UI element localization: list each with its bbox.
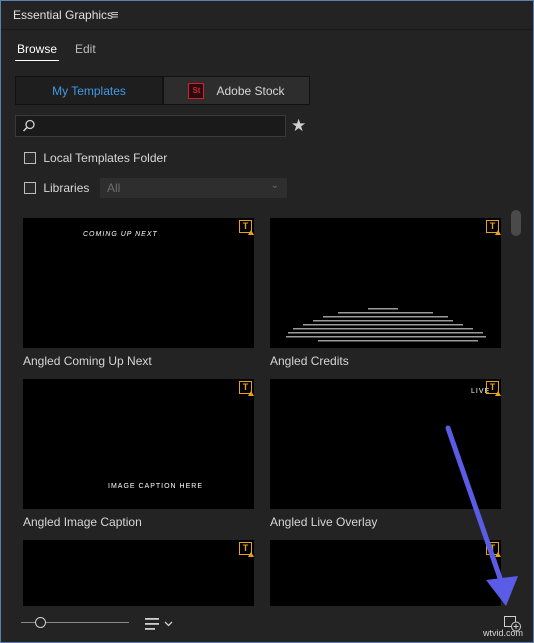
search-input[interactable]	[40, 118, 284, 136]
thumbnail-preview-text: COMING UP NEXT	[83, 231, 158, 238]
adobe-stock-button[interactable]: St Adobe Stock	[163, 76, 310, 105]
search-icon	[22, 119, 35, 132]
template-label: Angled Credits	[270, 354, 349, 368]
panel-header: Essential Graphics ≡	[1, 1, 533, 30]
template-thumbnail[interactable]: T	[23, 540, 254, 606]
watermark: wtvid.com	[483, 628, 524, 638]
template-card[interactable]: T Angled Credits	[270, 218, 501, 368]
local-templates-checkbox[interactable]	[24, 151, 36, 164]
tab-browse[interactable]: Browse	[17, 42, 57, 56]
template-card[interactable]: IMAGE CAPTION HERE T Angled Image Captio…	[23, 379, 254, 529]
text-template-badge-icon: T	[239, 542, 254, 557]
text-template-badge-icon: T	[239, 220, 254, 235]
template-thumbnail[interactable]: COMING UP NEXT T	[23, 218, 254, 348]
template-thumbnail[interactable]: IMAGE CAPTION HERE T	[23, 379, 254, 509]
text-template-badge-icon: T	[486, 220, 501, 235]
thumbnail-preview-text: IMAGE CAPTION HERE	[108, 483, 204, 490]
template-label: Angled Coming Up Next	[23, 354, 152, 368]
star-icon[interactable]: ★	[291, 116, 306, 136]
tab-edit[interactable]: Edit	[75, 42, 96, 56]
scrollbar-thumb[interactable]	[511, 210, 521, 236]
adobe-stock-label: Adobe Stock	[216, 83, 285, 98]
template-card[interactable]: LIVE T Angled Live Overlay	[270, 379, 501, 529]
template-thumbnail[interactable]: LIVE T	[270, 379, 501, 509]
text-template-badge-icon: T	[239, 381, 254, 396]
template-card[interactable]: T	[270, 540, 501, 606]
adobe-stock-icon: St	[188, 82, 205, 99]
credits-preview-graphic	[286, 308, 486, 342]
template-thumbnail[interactable]: T	[270, 218, 501, 348]
active-tab-indicator	[15, 60, 59, 61]
chevron-down-icon: ⌄	[270, 180, 279, 191]
panel-title: Essential Graphics	[13, 8, 114, 22]
essential-graphics-panel: Essential Graphics ≡ Browse Edit My Temp…	[0, 0, 534, 643]
template-thumbnail[interactable]: T	[270, 540, 501, 606]
text-template-badge-icon: T	[486, 542, 501, 557]
template-card[interactable]: T	[23, 540, 254, 606]
my-templates-button[interactable]: My Templates	[15, 76, 163, 105]
search-field[interactable]	[15, 115, 286, 137]
my-templates-label: My Templates	[52, 83, 126, 98]
template-card[interactable]: COMING UP NEXT T Angled Coming Up Next	[23, 218, 254, 368]
libraries-select[interactable]: All ⌄	[100, 178, 287, 198]
libraries-select-value: All	[107, 181, 121, 195]
template-label: Angled Live Overlay	[270, 515, 378, 529]
local-templates-checkbox-row[interactable]: Local Templates Folder	[24, 150, 167, 165]
hamburger-icon[interactable]: ≡	[111, 7, 119, 22]
template-label: Angled Image Caption	[23, 515, 142, 529]
libraries-checkbox[interactable]	[24, 181, 36, 194]
template-grid: COMING UP NEXT T Angled Coming Up Next T…	[1, 206, 507, 606]
list-view-icon[interactable]	[145, 617, 175, 635]
libraries-checkbox-row[interactable]: Libraries	[24, 180, 89, 195]
zoom-slider-handle[interactable]	[35, 617, 46, 628]
libraries-label: Libraries	[43, 180, 90, 195]
local-templates-label: Local Templates Folder	[43, 150, 168, 165]
text-template-badge-icon: T	[486, 381, 501, 396]
